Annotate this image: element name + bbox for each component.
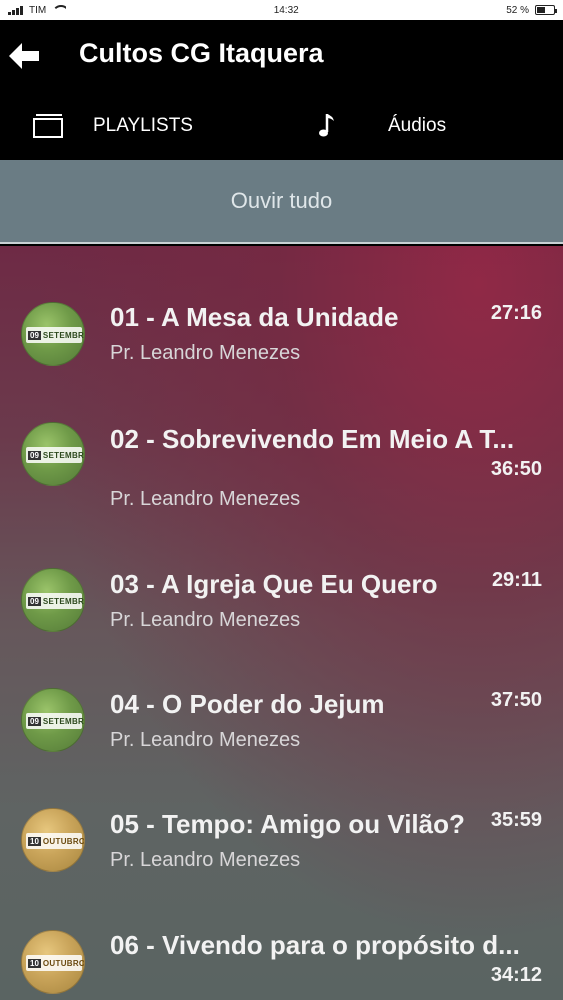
track-duration: 36:50 — [490, 458, 542, 480]
track-thumbnail: 10 OUTUBRO — [21, 930, 85, 994]
signal-icon — [8, 5, 23, 15]
app-header: Cultos CG Itaquera PLAYLISTS Áudios — [0, 20, 563, 160]
track-list[interactable]: 09 SETEMBRO 01 - A Mesa da Unidade 27:16… — [0, 246, 563, 1000]
battery-icon — [534, 5, 557, 15]
track-thumbnail: 09 SETEMBRO — [21, 302, 85, 366]
track-duration: 35:59 — [490, 809, 542, 831]
badge-month: SETEMBRO — [42, 450, 85, 460]
badge-month: SETEMBRO — [42, 596, 85, 606]
tab-audios[interactable]: Áudios — [300, 92, 550, 160]
track-duration: 34:12 — [490, 964, 542, 986]
track-thumbnail: 10 OUTUBRO — [21, 808, 85, 872]
clock: 14:32 — [273, 4, 299, 16]
status-bar: TIM 14:32 52 % — [0, 0, 563, 20]
track-title: 05 - Tempo: Amigo ou Vilão? — [110, 809, 465, 839]
badge-day: 09 — [28, 450, 41, 460]
badge-day: 10 — [28, 958, 41, 968]
track-title: 01 - A Mesa da Unidade — [110, 302, 399, 332]
badge-day: 09 — [28, 596, 41, 606]
battery-fill — [536, 7, 546, 13]
track-author: Pr. Leandro Menezes — [110, 488, 301, 510]
play-all-label: Ouvir tudo — [230, 188, 333, 213]
carrier-label: TIM — [29, 4, 47, 16]
track-title: 03 - A Igreja Que Eu Quero — [110, 569, 438, 599]
track-thumbnail: 09 SETEMBRO — [21, 688, 85, 752]
page-title: Cultos CG Itaquera — [79, 38, 324, 68]
track-thumbnail: 09 SETEMBRO — [21, 568, 85, 632]
status-right: 52 % — [506, 4, 557, 16]
badge-day: 09 — [28, 716, 41, 726]
track-title: 04 - O Poder do Jejum — [110, 689, 385, 719]
badge-month: SETEMBRO — [42, 330, 85, 340]
track-duration: 29:11 — [491, 569, 542, 591]
battery-percent: 52 % — [506, 4, 529, 16]
track-author: Pr. Leandro Menezes — [110, 729, 301, 751]
date-badge: 09 SETEMBRO — [26, 327, 85, 343]
music-note-icon — [319, 114, 334, 137]
arrow-left-icon — [9, 43, 39, 69]
back-button[interactable] — [8, 40, 40, 72]
track-author: Pr. Leandro Menezes — [110, 609, 301, 631]
badge-month: SETEMBRO — [42, 716, 85, 726]
tab-playlists-label: PLAYLISTS — [93, 115, 193, 136]
track-thumbnail: 09 SETEMBRO — [21, 422, 85, 486]
badge-day: 10 — [28, 836, 41, 846]
track-duration: 27:16 — [490, 302, 542, 324]
play-all-button[interactable]: Ouvir tudo — [0, 160, 563, 244]
track-title: 06 - Vivendo para o propósito d... — [110, 930, 520, 960]
badge-month: OUTUBRO — [42, 836, 85, 846]
status-left: TIM — [8, 4, 67, 16]
playlist-icon — [33, 114, 63, 138]
track-author: Pr. Leandro Menezes — [110, 342, 301, 364]
date-badge: 09 SETEMBRO — [26, 713, 85, 729]
badge-day: 09 — [28, 330, 41, 340]
date-badge: 10 OUTUBRO — [26, 955, 85, 971]
date-badge: 10 OUTUBRO — [26, 833, 85, 849]
tab-bar: PLAYLISTS Áudios — [0, 92, 563, 160]
wifi-icon — [52, 5, 67, 15]
track-title: 02 - Sobrevivendo Em Meio A T... — [110, 424, 515, 454]
date-badge: 09 SETEMBRO — [26, 593, 85, 609]
badge-month: OUTUBRO — [42, 958, 85, 968]
track-duration: 37:50 — [490, 689, 542, 711]
tab-playlists[interactable]: PLAYLISTS — [30, 92, 280, 160]
track-author: Pr. Leandro Menezes — [110, 849, 301, 871]
date-badge: 09 SETEMBRO — [26, 447, 85, 463]
tab-audios-label: Áudios — [388, 115, 447, 136]
